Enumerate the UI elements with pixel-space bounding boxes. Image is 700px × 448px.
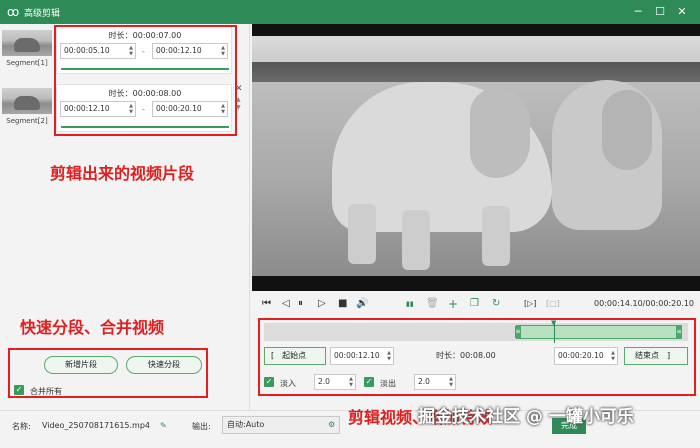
volume-icon[interactable]: 🔊 bbox=[356, 297, 368, 311]
set-end-button[interactable]: 结束点 ] bbox=[624, 347, 688, 365]
file-name: Video_250708171615.mp4 bbox=[42, 421, 150, 430]
window-title: 高级剪辑 bbox=[24, 9, 61, 19]
watermark: 掘金技术社区 @ 一罐小可乐 bbox=[418, 407, 634, 427]
spinner-icon[interactable]: ▲ ▼ bbox=[387, 350, 391, 362]
merge-all-label: 合并所有 bbox=[30, 387, 62, 396]
annotation-box-segments bbox=[54, 25, 237, 136]
fade-controls: ✓ 淡入 2.0 ▲ ▼ ✓ 淡出 2.0 ▲ ▼ bbox=[264, 373, 688, 391]
segment-label: Segment[1] bbox=[6, 59, 48, 67]
prev-icon[interactable]: ⏮ bbox=[262, 297, 271, 311]
rotate-icon[interactable]: ↻ bbox=[492, 297, 500, 311]
timeline-selection[interactable] bbox=[516, 325, 682, 339]
playback-timecode: 00:00:14.10/00:00:20.10 bbox=[594, 299, 694, 308]
stop-icon[interactable]: ■ bbox=[338, 297, 347, 311]
output-label: 输出: bbox=[192, 422, 211, 431]
range-duration: 时长：00:08.00 bbox=[436, 351, 496, 360]
pause-icon[interactable]: ⏸ bbox=[298, 297, 303, 311]
maximize-button[interactable]: ☐ bbox=[652, 4, 668, 20]
segment-label: Segment[2] bbox=[6, 117, 48, 125]
selection-end-handle[interactable]: ≡ bbox=[676, 326, 682, 338]
fade-out-checkbox[interactable]: ✓ bbox=[364, 377, 374, 387]
video-preview[interactable] bbox=[252, 24, 700, 291]
mark-in-icon[interactable]: [▷] bbox=[524, 297, 536, 311]
range-end-input[interactable]: 00:00:20.10 ▲ ▼ bbox=[554, 347, 618, 365]
set-start-button[interactable]: [ 起始点 bbox=[264, 347, 326, 365]
annotation-segments: 剪辑出来的视频片段 bbox=[50, 164, 195, 183]
range-start-input[interactable]: 00:00:12.10 ▲ ▼ bbox=[330, 347, 394, 365]
segment-thumbnail-image bbox=[2, 88, 52, 114]
segment-thumbnail-image bbox=[2, 30, 52, 56]
playhead-marker-icon[interactable]: ▼ bbox=[551, 319, 556, 327]
close-window-button[interactable]: ✕ bbox=[674, 4, 690, 20]
settings-gear-icon[interactable]: ⚙ bbox=[328, 420, 335, 429]
add-icon[interactable]: + bbox=[448, 297, 458, 311]
merge-all-checkbox[interactable]: ✓ bbox=[14, 385, 24, 395]
selection-start-handle[interactable]: ≡ bbox=[515, 326, 521, 338]
title-bar: ꝏ 高级剪辑 ─ ☐ ✕ bbox=[0, 0, 700, 24]
step-back-icon[interactable]: ◁ bbox=[282, 297, 290, 311]
delete-icon[interactable]: 🗑 bbox=[426, 297, 439, 311]
name-label: 名称: bbox=[12, 422, 31, 431]
fade-in-label: 淡入 bbox=[280, 379, 296, 388]
segment-thumbnail[interactable]: Segment[2] bbox=[2, 88, 52, 126]
player-controls: ⏮ ◁ ⏸ ▷ ■ 🔊 ▮▮ 🗑 + ❐ ↻ [▷] [▢] 00:00:14.… bbox=[252, 291, 700, 317]
copy-icon[interactable]: ❐ bbox=[470, 297, 479, 311]
split-icon[interactable]: ▮▮ bbox=[406, 297, 414, 311]
output-select[interactable]: 自动:Auto bbox=[222, 416, 340, 434]
mark-out-icon[interactable]: [▢] bbox=[546, 297, 560, 311]
quick-split-button[interactable]: 快速分段 bbox=[126, 356, 202, 374]
annotation-split-merge: 快速分段、合并视频 bbox=[20, 318, 165, 337]
minimize-button[interactable]: ─ bbox=[630, 4, 646, 20]
app-logo-icon: ꝏ bbox=[7, 5, 20, 19]
fade-in-input[interactable]: 2.0 ▲ ▼ bbox=[314, 374, 356, 390]
fade-out-label: 淡出 bbox=[380, 379, 396, 388]
segment-thumbnail[interactable]: Segment[1] bbox=[2, 30, 52, 68]
fade-in-checkbox[interactable]: ✓ bbox=[264, 377, 274, 387]
fade-out-input[interactable]: 2.0 ▲ ▼ bbox=[414, 374, 456, 390]
spinner-icon[interactable]: ▲ ▼ bbox=[611, 350, 615, 362]
range-controls: [ 起始点 00:00:12.10 ▲ ▼ 时长：00:08.00 00:00:2… bbox=[264, 347, 688, 365]
edit-name-icon[interactable]: ✎ bbox=[160, 421, 167, 430]
new-segment-button[interactable]: 新增片段 bbox=[44, 356, 118, 374]
spinner-icon[interactable]: ▲ ▼ bbox=[449, 376, 453, 388]
step-forward-icon[interactable]: ▷ bbox=[318, 297, 326, 311]
spinner-icon[interactable]: ▲ ▼ bbox=[349, 376, 353, 388]
timeline-track[interactable]: ≡ ≡ ▼ bbox=[264, 319, 688, 343]
